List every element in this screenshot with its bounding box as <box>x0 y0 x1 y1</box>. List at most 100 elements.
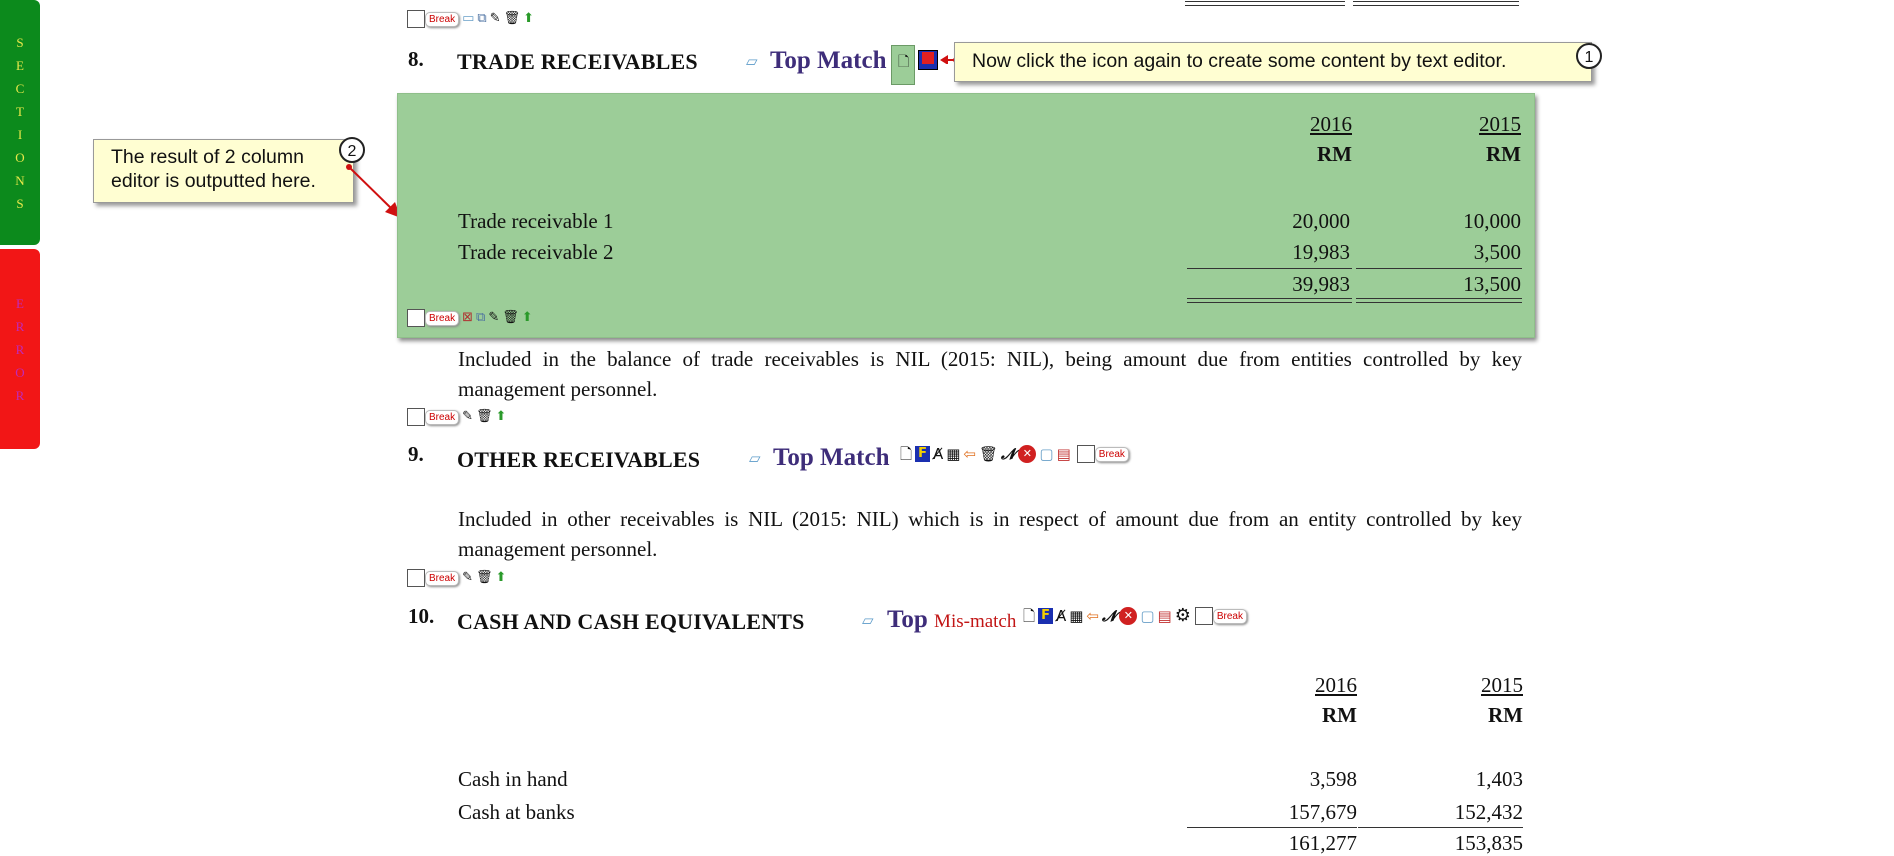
step-badge-1: 1 <box>1576 43 1602 69</box>
copy-icon[interactable]: ⧉ <box>477 11 486 27</box>
table-cell-2016: 20,000 <box>1292 209 1350 233</box>
table-row-label: Trade receivable 2 <box>458 240 614 264</box>
new-document-icon[interactable]: 🗋 <box>900 446 912 462</box>
move-up-icon[interactable]: ⬆ <box>522 310 533 326</box>
section-toolbar: 🗋 F A̸ ▦ ⇦ 🗑 𝓝 ✕ ▢ ▤ Break <box>897 445 1129 463</box>
side-tab-letter: S <box>16 34 24 50</box>
edit-icon[interactable]: ✎ <box>462 570 473 586</box>
format-icon-red <box>922 52 934 64</box>
format-icon[interactable]: F <box>1038 608 1053 624</box>
side-tab-letter: N <box>15 172 25 188</box>
match-status: Match <box>817 47 887 74</box>
section-title: CASH AND CASH EQUIVALENTS <box>457 609 805 634</box>
gear-icon[interactable]: ⚙ <box>1175 607 1191 625</box>
side-tab-letter: R <box>15 341 25 357</box>
edit-icon[interactable]: ✎ <box>488 310 499 326</box>
select-checkbox[interactable] <box>1076 445 1095 463</box>
new-document-icon[interactable]: 🗋 <box>1023 608 1035 624</box>
font-icon[interactable]: A̸ <box>933 446 943 462</box>
table-total-2015: 153,835 <box>1454 831 1523 855</box>
blank-page-icon[interactable]: ▢ <box>1140 608 1154 624</box>
trash-icon[interactable]: 🗑 <box>476 570 493 586</box>
font-icon[interactable]: A̸ <box>1056 608 1066 624</box>
side-tab-letter: R <box>15 387 25 403</box>
table-toolbar: Break ⊠ ⧉ ✎ 🗑 ⬆ <box>407 309 533 327</box>
top-match-link[interactable]: Top Mis-match <box>887 606 1016 634</box>
section-number: 8. <box>408 47 424 71</box>
import-icon[interactable]: ⇦ <box>1086 608 1099 624</box>
top-match-link[interactable]: Top Match <box>770 47 886 75</box>
table-delete-icon[interactable]: ⊠ <box>462 310 473 326</box>
import-icon[interactable]: ⇦ <box>963 446 976 462</box>
section-title: TRADE RECEIVABLES <box>457 49 698 74</box>
copy-icon[interactable]: ⧉ <box>476 310 485 326</box>
total-rule-2015 <box>1356 298 1522 303</box>
trash-icon[interactable]: 🗑 <box>502 310 519 326</box>
side-tab-letter: O <box>15 149 25 165</box>
trash-icon[interactable]: 🗑 <box>476 409 493 425</box>
error-tab[interactable]: ERROR <box>0 249 40 449</box>
side-tab-letter: R <box>15 318 25 334</box>
book-icon[interactable]: ▱ <box>746 53 758 69</box>
select-checkbox[interactable] <box>407 309 425 327</box>
select-checkbox[interactable] <box>1194 607 1213 625</box>
break-button[interactable]: Break <box>1094 446 1129 462</box>
calculator-icon[interactable]: ▦ <box>946 446 960 462</box>
prev-table-total-rule-2016 <box>1185 1 1345 6</box>
edit-icon[interactable]: ✎ <box>462 409 473 425</box>
trash-icon[interactable]: 🗑 <box>979 446 998 462</box>
script-icon[interactable]: 𝓝 <box>1102 608 1116 624</box>
move-up-icon[interactable]: ⬆ <box>523 11 534 27</box>
book-icon[interactable]: ▱ <box>749 450 761 466</box>
edit-icon[interactable]: ✎ <box>490 11 501 27</box>
move-up-icon[interactable]: ⬆ <box>496 570 507 586</box>
blank-page-icon[interactable]: ▢ <box>1039 446 1053 462</box>
select-checkbox[interactable] <box>407 10 425 28</box>
page-icon[interactable]: ▭ <box>462 11 474 27</box>
side-tab-letter: I <box>17 126 23 142</box>
table-cell-2015: 1,403 <box>1475 767 1523 791</box>
col-header-2015: 2015 <box>1481 673 1523 697</box>
book-stack-icon[interactable]: ▤ <box>1158 608 1172 624</box>
calculator-icon[interactable]: ▦ <box>1069 608 1083 624</box>
table-cell-2016: 19,983 <box>1292 240 1350 264</box>
script-icon[interactable]: 𝓝 <box>1001 446 1015 462</box>
top-match-link[interactable]: Top Match <box>773 444 889 472</box>
format-icon[interactable]: F <box>915 446 930 462</box>
close-icon[interactable]: ✕ <box>1119 607 1138 625</box>
top-link[interactable]: Top <box>773 444 814 471</box>
break-button[interactable]: Break <box>425 409 460 425</box>
break-button[interactable]: Break <box>425 11 460 27</box>
section-note: Included in other receivables is NIL (20… <box>458 507 1522 561</box>
top-link[interactable]: Top <box>887 606 928 633</box>
table-row-label: Cash at banks <box>458 800 575 824</box>
book-stack-icon[interactable]: ▤ <box>1057 446 1071 462</box>
break-button[interactable]: Break <box>1212 608 1247 624</box>
select-checkbox[interactable] <box>407 569 425 587</box>
new-document-icon[interactable]: 🗋 <box>898 54 909 70</box>
table-row-label: Trade receivable 1 <box>458 209 614 233</box>
break-button[interactable]: Break <box>425 570 460 586</box>
table-cell-2015: 3,500 <box>1473 240 1521 264</box>
section-number: 10. <box>408 604 435 628</box>
paragraph-toolbar: Break ✎ 🗑 ⬆ <box>407 569 506 587</box>
section-note: Included in the balance of trade receiva… <box>458 347 1522 401</box>
col-header-2015: 2015 <box>1479 112 1521 136</box>
book-icon[interactable]: ▱ <box>862 612 874 628</box>
table-cell-2016: 3,598 <box>1309 767 1357 791</box>
subtotal-rule-2016 <box>1187 268 1352 269</box>
trash-icon[interactable]: 🗑 <box>504 11 521 27</box>
sections-tab[interactable]: SECTIONS <box>0 0 40 245</box>
top-link[interactable]: Top <box>770 47 811 74</box>
prev-table-total-rule-2015 <box>1353 1 1519 6</box>
side-tab-letter: E <box>16 57 24 73</box>
select-checkbox[interactable] <box>407 408 425 426</box>
callout-2-arrow <box>346 164 401 218</box>
callout-1-text: Now click the icon again to create some … <box>972 50 1507 72</box>
section-number: 9. <box>408 442 424 466</box>
col-currency-2016: RM <box>1317 142 1352 166</box>
callout-2-line2: editor is outputted here. <box>111 170 316 192</box>
close-icon[interactable]: ✕ <box>1018 445 1037 463</box>
move-up-icon[interactable]: ⬆ <box>496 409 507 425</box>
break-button[interactable]: Break <box>425 310 460 326</box>
